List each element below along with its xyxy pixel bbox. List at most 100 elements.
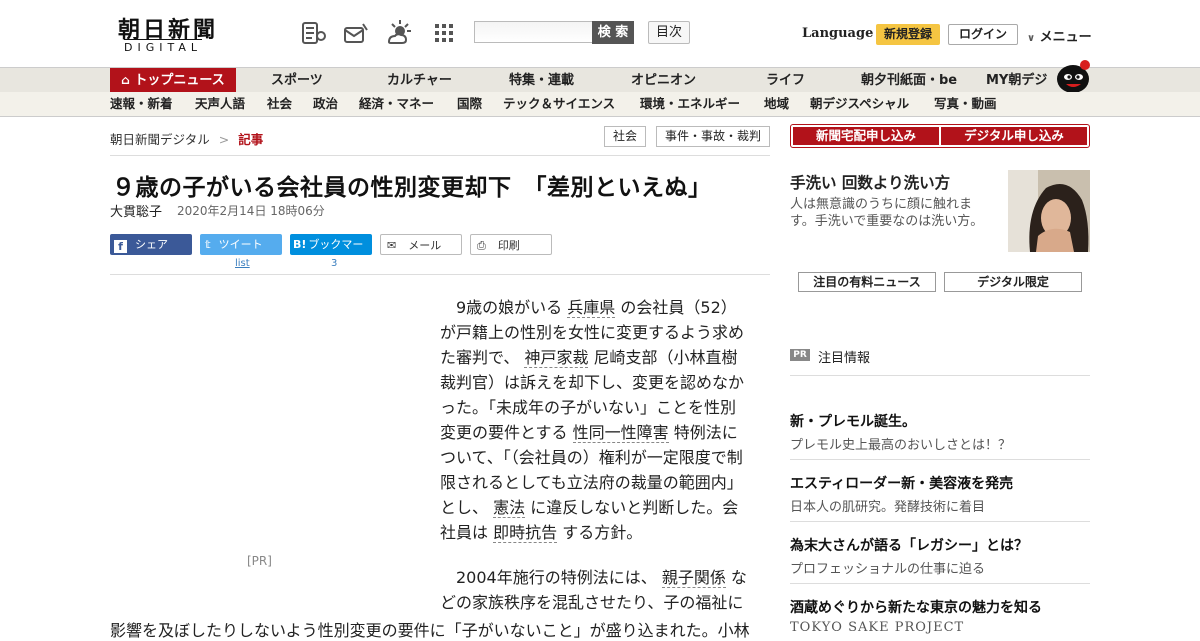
article-date: 2020年2月14日 18時06分: [177, 204, 325, 218]
ad-title[interactable]: 酒蔵めぐりから新たな東京の魅力を知る: [790, 597, 1042, 617]
keyword-link[interactable]: 憲法: [493, 498, 526, 518]
mail-label: メール: [408, 239, 442, 252]
register-button[interactable]: 新規登録: [876, 24, 940, 45]
feature-photo[interactable]: [1008, 170, 1090, 252]
article-headline: ９歳の子がいる会社員の性別変更却下 「差別といえぬ」: [112, 175, 712, 201]
subscribe-home-button[interactable]: 新聞宅配申し込み: [793, 127, 939, 145]
print-button[interactable]: ⎙ 印刷: [470, 234, 552, 255]
hatena-bookmark-button[interactable]: B! ブックマーク: [290, 234, 372, 272]
ad-title[interactable]: エスティローダー新・美容液を発売: [790, 473, 1013, 493]
nav2-item-society[interactable]: 社会: [267, 92, 292, 116]
nav-item-top-news[interactable]: ⌂ トップニュース: [110, 68, 236, 93]
primary-nav: ⌂ トップニュース スポーツ カルチャー 特集・連載 オピニオン ライフ 朝夕刊…: [0, 60, 1200, 93]
feature-desc: 人は無意識のうちに顔に触れます。手洗いで重要なのは洗い方。: [790, 197, 984, 229]
paragraph: 2004年施行の特例法には、 親子関係 などの家族秩序を混乱させたり、子の福祉に: [440, 565, 748, 615]
text: 9歳の娘がいる: [456, 298, 568, 317]
text: 2004年施行の特例法には、: [456, 568, 662, 587]
tab-digital-only[interactable]: デジタル限定: [944, 272, 1082, 292]
nav-item-life[interactable]: ライフ: [766, 68, 805, 93]
nav-item-my-asadigi[interactable]: MY朝デジ: [986, 68, 1047, 93]
divider: [110, 274, 770, 275]
tab-paid-news[interactable]: 注目の有料ニュース: [798, 272, 936, 292]
nav2-item-region[interactable]: 地域: [764, 92, 789, 116]
search-button[interactable]: 検 索: [592, 21, 634, 44]
subscribe-box: 新聞宅配申し込み デジタル申し込み: [790, 124, 1090, 148]
keyword-link[interactable]: 兵庫県: [567, 298, 616, 318]
ad-desc: プレモル史上最高のおいしさとは！？: [790, 438, 1012, 453]
nav-item-culture[interactable]: カルチャー: [387, 68, 452, 93]
nav-item-opinion[interactable]: オピニオン: [631, 68, 696, 93]
feature-title[interactable]: 手洗い 回数より洗い方: [790, 171, 950, 193]
breadcrumb-current: 記事: [238, 132, 264, 147]
nav2-item-environment[interactable]: 環境・エネルギー: [640, 92, 740, 116]
nav2-item-tenseijingo[interactable]: 天声人語: [195, 92, 245, 116]
breadcrumb-separator: >: [218, 132, 230, 147]
newspaper-icon[interactable]: [301, 20, 327, 46]
ad-title[interactable]: 為末大さんが語る「レガシー」とは？: [790, 535, 1028, 555]
login-button[interactable]: ログイン: [948, 24, 1018, 45]
mascot-icon: [1057, 60, 1090, 93]
menu-button[interactable]: ∨ メニュー: [1027, 26, 1092, 45]
nav2-item-photo-video[interactable]: 写真・動画: [934, 92, 997, 116]
ad-desc: TOKYO SAKE PROJECT: [790, 620, 965, 635]
mail-button[interactable]: ✉ メール: [380, 234, 462, 255]
apps-grid-icon[interactable]: [431, 20, 457, 46]
facebook-share-button[interactable]: f シェア: [110, 234, 192, 255]
divider: [790, 375, 1090, 376]
nav2-item-politics[interactable]: 政治: [313, 92, 338, 116]
nav2-item-special[interactable]: 朝デジスペシャル: [810, 92, 909, 116]
nav-item-paper[interactable]: 朝夕刊紙面・be: [861, 68, 957, 93]
article-author[interactable]: 大貫聡子: [110, 201, 162, 220]
search-input[interactable]: [474, 21, 592, 43]
language-link[interactable]: Language: [802, 26, 873, 41]
tag-society[interactable]: 社会: [604, 126, 646, 147]
tag-incidents[interactable]: 事件・事故・裁判: [656, 126, 770, 147]
text: する方針。: [557, 523, 643, 542]
weather-icon[interactable]: [386, 20, 412, 46]
hatena-count[interactable]: 3: [331, 258, 337, 269]
keyword-link[interactable]: 親子関係: [661, 568, 726, 588]
facebook-share-label: シェア: [135, 238, 168, 251]
nav-item-features[interactable]: 特集・連載: [509, 68, 574, 93]
nav-label: トップニュース: [134, 73, 225, 88]
pr-heading: 注目情報: [818, 351, 871, 366]
subscribe-digital-button[interactable]: デジタル申し込み: [941, 127, 1087, 145]
logo-sub[interactable]: DIGITAL: [124, 39, 203, 54]
nav2-item-economy[interactable]: 経済・マネー: [359, 92, 434, 116]
paragraph: 9歳の娘がいる 兵庫県 の会社員（52）が戸籍上の性別を女性に変更するよう求めた…: [440, 295, 748, 545]
ad-desc: プロフェッショナルの仕事に迫る: [790, 562, 986, 577]
ad-desc: 日本人の肌研究。発酵技術に着目: [790, 500, 986, 515]
print-icon: ⎙: [477, 239, 486, 252]
divider: [110, 155, 770, 156]
chevron-down-icon: ∨: [1027, 33, 1036, 44]
article-body: 9歳の娘がいる 兵庫県 の会社員（52）が戸籍上の性別を女性に変更するよう求めた…: [440, 295, 748, 635]
divider: [790, 521, 1090, 522]
twitter-count[interactable]: list: [235, 258, 250, 269]
ad-title[interactable]: 新・プレモル誕生。: [790, 411, 916, 431]
twitter-icon: 𝕥: [205, 238, 211, 251]
home-icon: ⌂: [121, 73, 130, 87]
nav2-item-tech[interactable]: テック＆サイエンス: [503, 92, 615, 116]
menu-label: メニュー: [1039, 30, 1092, 45]
nav2-item-international[interactable]: 国際: [457, 92, 482, 116]
hatena-icon: B!: [293, 238, 307, 251]
article-body-continued: 影響を及ぼしたりしないよう性別変更の要件に「子がいないこと」が盛り込まれた。小林: [110, 621, 750, 640]
pr-badge: PR: [790, 349, 810, 361]
divider: [790, 459, 1090, 460]
twitter-share-label: ツイート: [218, 238, 263, 251]
breadcrumb-root[interactable]: 朝日新聞デジタル: [110, 132, 210, 147]
toc-button[interactable]: 目次: [648, 21, 690, 44]
keyword-link[interactable]: 即時抗告: [493, 523, 558, 543]
print-label: 印刷: [497, 239, 520, 252]
twitter-share-button[interactable]: 𝕥 ツイート: [200, 234, 282, 255]
keyword-link[interactable]: 神戸家裁: [524, 348, 589, 368]
person-photo-icon: [1008, 170, 1090, 252]
divider: [790, 583, 1090, 584]
secondary-nav: 速報・新着 天声人語 社会 政治 経済・マネー 国際 テック＆サイエンス 環境・…: [0, 92, 1200, 117]
mail-box-icon[interactable]: [343, 20, 369, 46]
facebook-icon: f: [114, 240, 127, 253]
breadcrumb: 朝日新聞デジタル > 記事: [110, 129, 263, 148]
nav2-item-breaking[interactable]: 速報・新着: [110, 92, 173, 116]
nav-item-sports[interactable]: スポーツ: [271, 68, 323, 93]
keyword-link[interactable]: 性同一性障害: [572, 423, 669, 443]
